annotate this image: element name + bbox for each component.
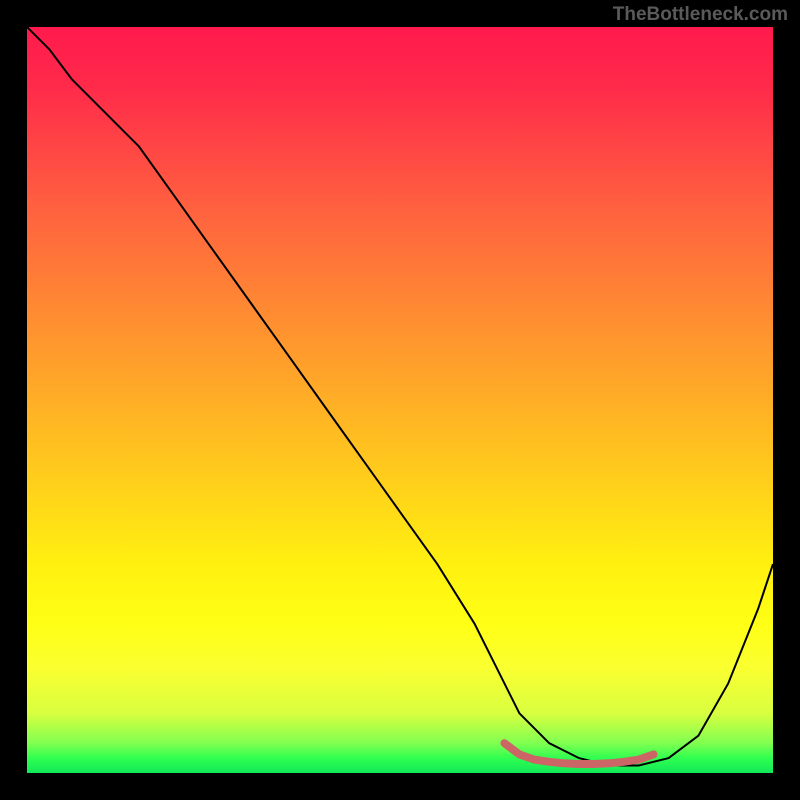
plot-area bbox=[27, 27, 773, 773]
attribution-text: TheBottleneck.com bbox=[613, 4, 788, 26]
bottleneck-curve bbox=[27, 27, 773, 766]
chart-svg bbox=[27, 27, 773, 773]
optimal-zone-marker bbox=[504, 743, 653, 764]
